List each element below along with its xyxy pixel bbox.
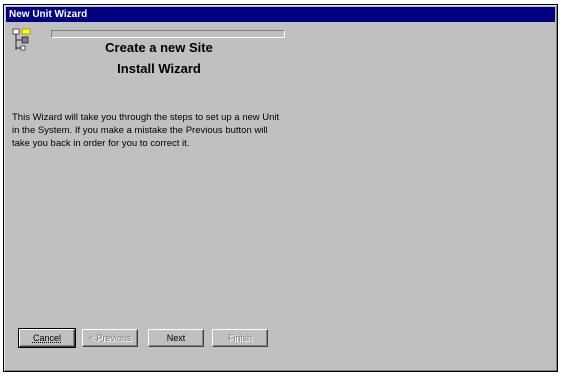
cancel-button[interactable]: Cancel [18,328,76,348]
tree-structure-icon [12,28,31,51]
previous-button[interactable]: < Previous [82,329,138,347]
finish-button[interactable]: Finish [212,329,268,347]
wizard-progress-bar [51,30,285,38]
wizard-content: Create a new Site Install Wizard This Wi… [6,23,555,369]
cancel-button-label: Cancel [32,333,61,343]
next-button[interactable]: Next [148,329,204,347]
previous-button-label: < Previous [88,333,132,343]
wizard-window: New Unit Wizard Create a new Site Instal… [3,4,558,372]
window-title: New Unit Wizard [9,9,88,20]
wizard-description: This Wizard will take you through the st… [12,112,280,149]
title-bar[interactable]: New Unit Wizard [6,7,555,22]
finish-button-label: Finish [227,333,252,343]
next-button-label: Next [166,333,186,343]
wizard-heading-line-1: Create a new Site [105,40,213,55]
wizard-heading-line-2: Install Wizard [117,61,201,76]
